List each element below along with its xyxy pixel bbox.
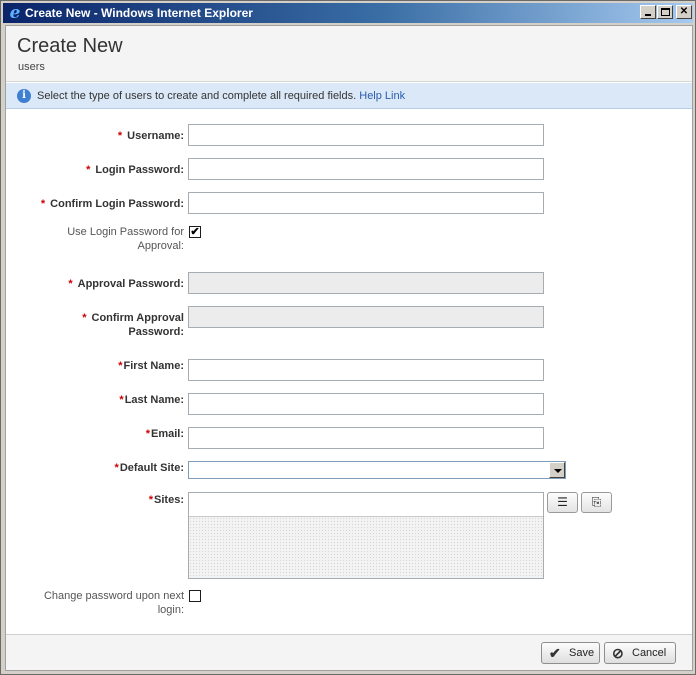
username-label: * Username: bbox=[118, 129, 184, 143]
default-site-select[interactable] bbox=[188, 461, 566, 479]
login-password-label-text: Login Password: bbox=[95, 164, 184, 176]
last-name-label: *Last Name: bbox=[119, 393, 184, 407]
approval-password-label-text: Approval Password: bbox=[77, 278, 184, 290]
confirm-login-password-label-text: Confirm Login Password: bbox=[50, 198, 184, 210]
dropdown-arrow-icon[interactable] bbox=[549, 462, 565, 478]
cancel-button-label: Cancel bbox=[632, 647, 667, 659]
required-marker: * bbox=[118, 360, 123, 372]
page-header: Create New users bbox=[6, 26, 692, 82]
required-marker: * bbox=[114, 462, 119, 474]
use-login-for-approval-checkbox[interactable]: ✔ bbox=[189, 226, 201, 238]
checkmark-icon: ✔ bbox=[549, 645, 561, 661]
required-marker: * bbox=[86, 164, 91, 176]
info-message: Select the type of users to create and c… bbox=[37, 90, 405, 102]
title-bar[interactable]: e Create New - Windows Internet Explorer… bbox=[3, 3, 693, 23]
cancel-circle-icon: ⊘ bbox=[612, 645, 624, 661]
minimize-icon bbox=[645, 14, 651, 16]
maximize-icon bbox=[660, 8, 670, 16]
info-message-text: Select the type of users to create and c… bbox=[37, 90, 357, 102]
email-label-text: Email: bbox=[150, 428, 184, 440]
email-input[interactable] bbox=[188, 427, 544, 449]
first-name-label: *First Name: bbox=[118, 359, 184, 373]
default-site-label: *Default Site: bbox=[115, 461, 184, 475]
sites-list-button[interactable]: ☰ bbox=[547, 492, 578, 513]
required-marker: * bbox=[68, 278, 73, 290]
info-icon: i bbox=[17, 89, 31, 103]
browser-window: e Create New - Windows Internet Explorer… bbox=[0, 0, 696, 675]
close-button[interactable]: ✕ bbox=[676, 5, 692, 19]
confirm-approval-password-label-text: Confirm Approval Password: bbox=[91, 312, 185, 338]
sites-label-text: Sites: bbox=[154, 494, 184, 506]
save-button-label: Save bbox=[569, 647, 595, 659]
required-marker: * bbox=[145, 428, 150, 440]
username-input[interactable] bbox=[188, 124, 544, 146]
change-password-checkbox[interactable] bbox=[189, 590, 201, 602]
required-marker: * bbox=[82, 312, 87, 324]
default-site-label-text: Default Site: bbox=[119, 462, 184, 474]
approval-password-input bbox=[188, 272, 544, 294]
change-password-label: Change password upon next login: bbox=[43, 590, 184, 616]
username-label-text: Username: bbox=[127, 130, 184, 142]
info-bar: i Select the type of users to create and… bbox=[6, 83, 692, 109]
dialog-footer: ✔ Save ⊘ Cancel bbox=[6, 634, 692, 670]
maximize-button[interactable] bbox=[657, 5, 673, 19]
list-icon: ☰ bbox=[557, 495, 568, 509]
required-marker: * bbox=[117, 130, 123, 142]
sites-list-header bbox=[189, 493, 543, 517]
last-name-label-text: Last Name: bbox=[124, 394, 184, 406]
approval-password-label: * Approval Password: bbox=[68, 277, 184, 291]
page-title: Create New bbox=[17, 35, 123, 57]
help-link[interactable]: Help Link bbox=[359, 90, 405, 102]
confirm-approval-password-label: * Confirm Approval Password: bbox=[59, 311, 184, 339]
required-marker: * bbox=[40, 198, 46, 210]
sites-label: *Sites: bbox=[149, 493, 184, 507]
login-password-input[interactable] bbox=[188, 158, 544, 180]
window-title: Create New - Windows Internet Explorer bbox=[25, 6, 253, 20]
required-marker: * bbox=[119, 394, 124, 406]
email-label: *Email: bbox=[146, 427, 184, 441]
sites-list[interactable] bbox=[189, 517, 543, 578]
use-login-for-approval-label: Use Login Password for Approval: bbox=[67, 226, 184, 252]
minimize-button[interactable] bbox=[640, 5, 656, 19]
dialog-content: Create New users i Select the type of us… bbox=[5, 25, 693, 671]
first-name-input[interactable] bbox=[188, 359, 544, 381]
required-marker: * bbox=[148, 494, 154, 506]
add-page-icon: ⎘ bbox=[591, 495, 602, 509]
cancel-button[interactable]: ⊘ Cancel bbox=[604, 642, 676, 664]
page-subtitle: users bbox=[18, 61, 45, 73]
confirm-approval-password-input bbox=[188, 306, 544, 328]
confirm-login-password-input[interactable] bbox=[188, 192, 544, 214]
sites-add-button[interactable]: ⎘ bbox=[581, 492, 612, 513]
first-name-label-text: First Name: bbox=[123, 360, 184, 372]
save-button[interactable]: ✔ Save bbox=[541, 642, 600, 664]
ie-logo-icon: e bbox=[9, 3, 21, 23]
confirm-login-password-label: * Confirm Login Password: bbox=[41, 197, 184, 211]
last-name-input[interactable] bbox=[188, 393, 544, 415]
login-password-label: * Login Password: bbox=[86, 163, 184, 177]
close-icon: ✕ bbox=[679, 6, 689, 17]
sites-listbox[interactable] bbox=[188, 492, 544, 579]
